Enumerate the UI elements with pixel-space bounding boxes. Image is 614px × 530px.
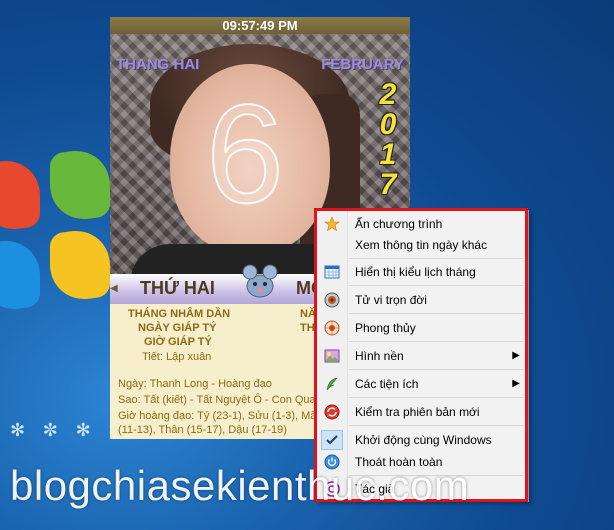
month-english: FEBRUARY <box>321 56 404 73</box>
prev-day-arrow-icon[interactable]: ◀ <box>110 279 118 299</box>
windows-flag-logo <box>0 145 120 400</box>
year-digit: 1 <box>379 138 397 171</box>
year-digit: 7 <box>379 168 397 201</box>
auspicious-hours: Giờ hoàng đạo: Tý (23-1), Sửu (1-3), Mão <box>118 410 323 422</box>
menu-highlight-frame <box>314 208 528 502</box>
day-quality: Ngày: Thanh Long - Hoàng đạo <box>118 378 272 390</box>
year-digit: 0 <box>379 108 397 141</box>
rat-mascot-icon <box>242 264 278 298</box>
month-vietnamese: THANG HAI <box>116 56 200 73</box>
clock-time: 09:57:49 PM <box>110 17 410 34</box>
day-number: 6 <box>205 75 285 232</box>
flag-pane-green <box>50 145 110 225</box>
auspicious-hours-cont: (11-13), Thân (15-17), Dậu (17-19) <box>118 424 287 436</box>
star-info: Sao: Tất (kiết) - Tất Nguyệt Ô - Con Qua <box>118 394 316 406</box>
lunar-month: THÁNG NHÂM DẦN <box>128 308 231 320</box>
lunar-day: NGÀY GIÁP TÝ <box>138 322 217 334</box>
lunar-hour: GIỜ GIÁP TÝ <box>144 336 212 348</box>
watermark-text: blogchiasekienthuc.com <box>10 462 470 509</box>
weekday-label: THỨ HAI <box>140 278 215 298</box>
year-digit: 2 <box>379 78 397 111</box>
flag-pane-red <box>0 155 40 235</box>
solar-term: Tiết: Lập xuân <box>142 351 212 363</box>
flag-pane-yellow <box>50 225 110 305</box>
year-label: 2 0 1 7 <box>376 80 400 200</box>
flag-pane-blue <box>0 235 40 315</box>
